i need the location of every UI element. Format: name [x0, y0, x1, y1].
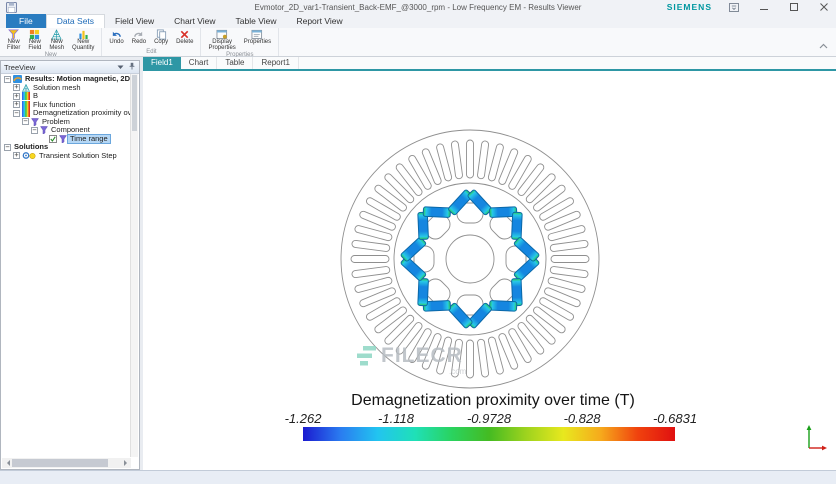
title-bar: Evmotor_2D_var1-Transient_Back-EMF_@3000…	[0, 0, 836, 14]
rainbow-icon	[22, 109, 30, 117]
tree-horizontal-scrollbar[interactable]	[2, 458, 131, 468]
treeview-title: TreeView	[4, 63, 35, 72]
tree-expander-plus[interactable]: +	[13, 93, 20, 100]
colorbar	[303, 427, 675, 441]
button-label: Undo	[109, 40, 123, 46]
treeview-header: TreeView	[1, 61, 139, 74]
watermark: FILECR .com	[357, 345, 463, 372]
undo-button[interactable]: Undo	[106, 28, 126, 46]
tree: −Results: Motion magnetic, 2D cartesi+So…	[2, 75, 131, 457]
tree-expander-minus[interactable]: −	[4, 76, 11, 83]
tree-item-label[interactable]: Time range	[68, 135, 110, 143]
button-label: New Field	[28, 40, 41, 52]
new-quantity-button[interactable]: New Quantity	[69, 28, 97, 52]
new-filter-button[interactable]: New Filter	[4, 28, 23, 52]
button-label: Redo	[132, 40, 146, 46]
watermark-suffix: .com	[449, 367, 466, 376]
gear-icon	[22, 151, 36, 160]
colorbar-tick: -1.262	[285, 411, 322, 426]
colorbar-title: Demagnetization proximity over time (T)	[253, 392, 733, 410]
ribbon-tab-table-view[interactable]: Table View	[226, 14, 287, 28]
button-label: New Filter	[7, 40, 20, 52]
tree-item-label[interactable]: Transient Solution Step	[37, 152, 119, 160]
delete-button[interactable]: Delete	[173, 28, 196, 46]
tree-item-solution-mesh[interactable]: + Solution mesh	[2, 84, 131, 93]
ribbon-tab-field-view[interactable]: Field View	[105, 14, 164, 28]
rainbow-icon	[22, 92, 30, 100]
copy-button[interactable]: Copy	[151, 28, 171, 46]
button-label: New Mesh	[49, 40, 64, 52]
checkbox-checked-icon[interactable]	[49, 135, 57, 143]
new-field-button[interactable]: New Field	[25, 28, 44, 52]
siemens-logo: SIEMENS	[667, 2, 712, 12]
ribbon-tab-data-sets[interactable]: Data Sets	[46, 14, 105, 28]
redo-button[interactable]: Redo	[129, 28, 149, 46]
tree-indent	[40, 135, 47, 142]
minimize-button[interactable]	[756, 1, 772, 13]
treeview-panel: TreeView −Results: Motion magnetic, 2D c…	[0, 60, 140, 470]
tree-expander-plus[interactable]: +	[13, 84, 20, 91]
save-icon[interactable]	[6, 2, 17, 13]
results-icon	[13, 75, 22, 83]
scroll-left-arrow[interactable]	[2, 458, 11, 468]
colorbar-tick: -0.828	[564, 411, 601, 426]
funnel-icon	[31, 118, 39, 126]
scroll-right-arrow[interactable]	[122, 458, 131, 468]
button-label: Properties	[244, 40, 271, 46]
ribbon-tab-chart-view[interactable]: Chart View	[164, 14, 225, 28]
watermark-logo-icon	[357, 345, 377, 372]
display-properties-button[interactable]: Display Properties	[205, 28, 238, 52]
maximize-button[interactable]	[786, 1, 802, 13]
properties-button[interactable]: Properties	[241, 28, 274, 46]
coordinate-axes-icon	[805, 423, 829, 456]
collapse-ribbon-icon[interactable]	[819, 36, 828, 54]
tree-expander-minus[interactable]: −	[22, 118, 29, 125]
ribbon-group-properties: Display PropertiesPropertiesProperties	[201, 28, 279, 56]
view-tab-chart[interactable]: Chart	[181, 57, 218, 69]
funnel-icon	[40, 126, 48, 134]
view-tab-strip: Field1ChartTableReport1	[143, 57, 836, 71]
rainbow-icon	[22, 101, 30, 109]
scrollbar-thumb[interactable]	[12, 459, 108, 467]
main-area: TreeView −Results: Motion magnetic, 2D c…	[0, 57, 836, 470]
funnel-icon	[59, 135, 67, 143]
colorbar-tick: -0.9728	[467, 411, 511, 426]
new-mesh-button[interactable]: New Mesh	[46, 28, 67, 52]
tree-expander-minus[interactable]: −	[31, 127, 38, 134]
button-label: Display Properties	[208, 40, 235, 52]
ribbon-tab-file[interactable]: File	[6, 14, 46, 28]
status-bar	[0, 470, 836, 484]
tree-expander-minus[interactable]: −	[13, 110, 20, 117]
tree-vertical-scrollbar[interactable]	[130, 74, 138, 457]
tree-item-component[interactable]: −Component	[2, 126, 131, 135]
ribbon-group-edit: Undo Redo Copy Delete Edit	[102, 28, 201, 56]
tree-item-transient-solution-step[interactable]: + Transient Solution Step	[2, 152, 131, 161]
mesh-icon	[22, 84, 30, 92]
ribbon-group-new: New FilterNew FieldNew MeshNew QuantityN…	[0, 28, 102, 56]
view-tab-report1[interactable]: Report1	[253, 57, 298, 69]
watermark-text: FILECR	[381, 345, 463, 367]
ribbon: New FilterNew FieldNew MeshNew QuantityN…	[0, 28, 836, 57]
field-canvas[interactable]: FILECR .com Demagnetization proximity ov…	[143, 71, 836, 470]
button-label: Copy	[154, 40, 168, 46]
view-tab-field1[interactable]: Field1	[143, 57, 181, 69]
close-button[interactable]	[816, 1, 832, 13]
colorbar-tick: -1.118	[378, 411, 414, 426]
view-tab-table[interactable]: Table	[217, 57, 253, 69]
tree-expander-plus[interactable]: +	[13, 152, 20, 159]
colorbar-tick: -0.6831	[653, 411, 697, 426]
button-label: New Quantity	[72, 40, 94, 52]
tree-expander-plus[interactable]: +	[13, 101, 20, 108]
tree-expander-minus[interactable]: −	[4, 144, 11, 151]
ribbon-group-label: Edit	[106, 49, 196, 56]
pin-icon[interactable]	[128, 62, 136, 72]
ribbon-tab-report-view[interactable]: Report View	[286, 14, 352, 28]
tree-item-label[interactable]: Solution mesh	[31, 84, 83, 92]
results-viewer-window: { "window": { "title": "Evmotor_2D_var1-…	[0, 0, 836, 484]
panel-menu-icon[interactable]	[117, 63, 124, 72]
ribbon-display-options-icon[interactable]	[726, 1, 742, 13]
button-label: Delete	[176, 40, 193, 46]
ribbon-tab-strip: FileData SetsField ViewChart ViewTable V…	[0, 14, 836, 28]
